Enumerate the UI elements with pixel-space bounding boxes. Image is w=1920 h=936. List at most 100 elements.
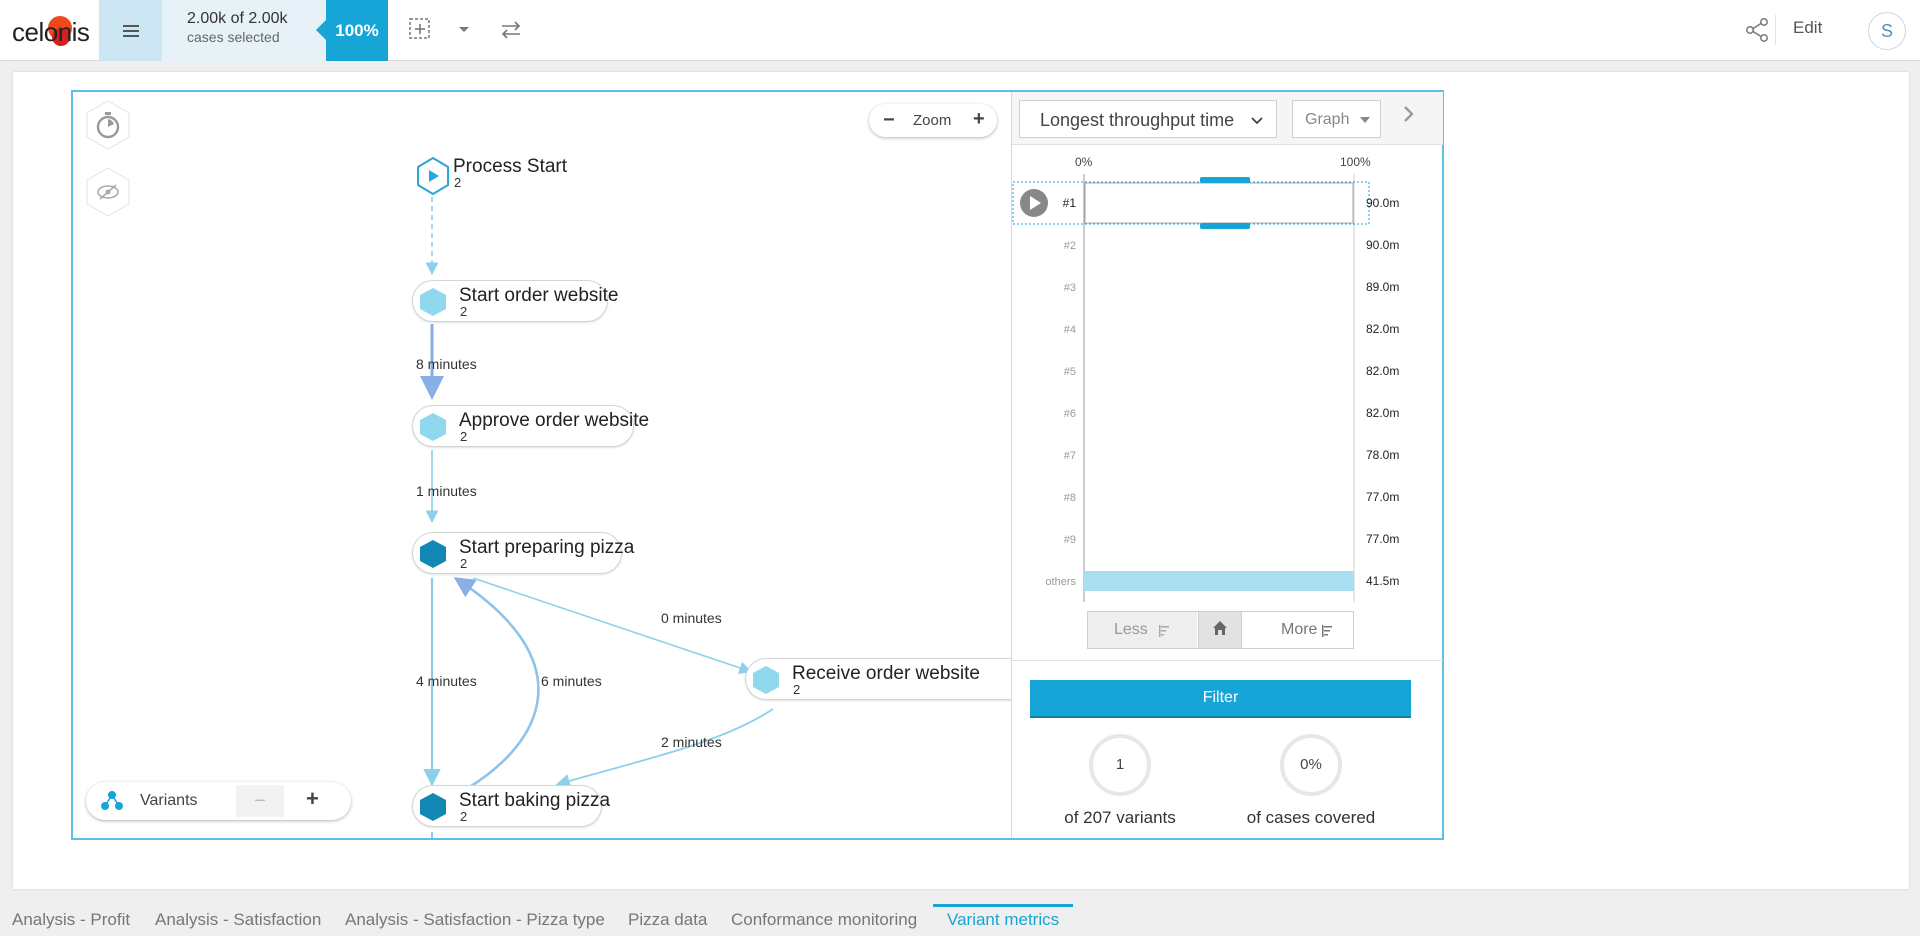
activity-hex-icon: [420, 540, 446, 568]
variants-increase-button[interactable]: +: [306, 786, 319, 812]
variant-panel: Longest throughput time Graph 0% 100% #1…: [1011, 92, 1443, 838]
variant-duration-label: 77.0m: [1366, 490, 1399, 504]
sheet-tab[interactable]: Conformance monitoring: [731, 910, 917, 930]
node-count: 2: [793, 682, 801, 697]
activity-node[interactable]: Receive order website 2: [745, 658, 1015, 700]
variants-caption: of 207 variants: [1064, 808, 1176, 827]
node-name: Start preparing pizza: [459, 537, 635, 558]
more-variants-button[interactable]: More: [1243, 612, 1353, 648]
cases-count: 2.00k of 2.00k: [187, 10, 288, 27]
zoom-out-button[interactable]: −: [883, 109, 895, 132]
view-dropdown[interactable]: Graph: [1292, 100, 1381, 138]
more-label: More: [1281, 621, 1318, 638]
panel-divider: [1012, 660, 1443, 661]
avatar[interactable]: S: [1868, 12, 1906, 50]
cases-label: cases selected: [187, 29, 280, 45]
analysis-sheet: − Zoom + Process Start 2 Start order web…: [13, 72, 1909, 889]
sheet-tab[interactable]: Variant metrics: [947, 910, 1059, 930]
edge-label: 2 minutes: [661, 734, 722, 750]
sort-dropdown-value: Longest throughput time: [1040, 110, 1235, 130]
variant-bar-chart[interactable]: #1 90.0m #2 90.0m #3 89.0m #4 82.0m #5 82.0m #6 82.…: [1012, 174, 1443, 604]
activity-node[interactable]: Start order website 2: [412, 280, 618, 322]
cases-percentage-badge: 100%: [316, 0, 388, 61]
zoom-in-button[interactable]: +: [973, 108, 985, 131]
active-tab-indicator: [933, 904, 1073, 907]
variants-control: Variants − +: [86, 782, 351, 820]
node-name: Start baking pizza: [459, 790, 611, 811]
logo-text: celonis: [12, 17, 90, 47]
variant-rank-label: #3: [1064, 282, 1076, 294]
home-icon[interactable]: [1198, 612, 1242, 648]
less-label: Less: [1114, 621, 1148, 638]
selection-add-icon[interactable]: [405, 14, 437, 46]
node-name: Approve order website: [459, 410, 650, 431]
zoom-control: − Zoom +: [869, 104, 997, 137]
edge-label: 0 minutes: [661, 610, 722, 626]
sheet-tab[interactable]: Analysis - Profit: [12, 910, 130, 930]
variants-icon: [101, 791, 123, 810]
axis-max-label: 100%: [1340, 155, 1371, 169]
filter-button[interactable]: Filter: [1030, 680, 1411, 718]
sort-dropdown[interactable]: Longest throughput time: [1019, 100, 1277, 138]
activity-node[interactable]: Approve order website 2: [412, 405, 649, 447]
axis-min-label: 0%: [1075, 155, 1093, 169]
variant-rank-label: #7: [1064, 450, 1076, 462]
chevron-right-icon[interactable]: [1402, 104, 1416, 130]
panel-header: Longest throughput time Graph: [1012, 92, 1443, 145]
process-start-node[interactable]: Process Start 2: [416, 154, 646, 198]
variant-rank-label: #9: [1064, 534, 1076, 546]
variant-duration-label: 90.0m: [1366, 196, 1399, 210]
sheet-tab[interactable]: Analysis - Satisfaction: [155, 910, 321, 930]
sheet-tab[interactable]: Pizza data: [628, 910, 707, 930]
hide-eye-icon[interactable]: [83, 167, 133, 217]
throughput-time-icon[interactable]: [83, 100, 133, 150]
node-count: 2: [460, 809, 468, 824]
node-name: Receive order website: [792, 663, 980, 684]
swap-arrows-icon[interactable]: [495, 14, 527, 46]
variant-rank-label: #2: [1064, 240, 1076, 252]
variant-rank-label: #5: [1064, 366, 1076, 378]
activity-hex-icon: [420, 288, 446, 316]
node-name: Process Start: [453, 156, 568, 177]
activity-node[interactable]: Start baking pizza 2: [412, 785, 610, 827]
sort-bars-icon: [1322, 625, 1332, 637]
celonis-logo[interactable]: celonis: [12, 14, 96, 47]
activity-hex-icon: [420, 793, 446, 821]
selected-variant-box: [1084, 182, 1354, 224]
variant-duration-label: 78.0m: [1366, 448, 1399, 462]
variant-duration-label: 77.0m: [1366, 532, 1399, 546]
play-icon: [417, 157, 449, 195]
variant-duration-label: 82.0m: [1366, 406, 1399, 420]
sort-bars-icon: [1159, 625, 1169, 637]
activity-node[interactable]: Start preparing pizza 2: [412, 532, 634, 574]
sheet-tab[interactable]: Analysis - Satisfaction - Pizza type: [345, 910, 605, 930]
cases-selection[interactable]: 2.00k of 2.00k cases selected: [162, 0, 327, 61]
less-variants-button[interactable]: Less: [1088, 612, 1197, 648]
toolbar-divider: [1775, 15, 1776, 45]
node-count: 2: [454, 175, 462, 190]
variant-explorer: − Zoom + Process Start 2 Start order web…: [71, 90, 1444, 840]
process-graph-canvas[interactable]: − Zoom + Process Start 2 Start order web…: [73, 92, 1015, 838]
cases-covered-circle: 0%: [1280, 734, 1342, 796]
chevron-down-icon[interactable]: [448, 14, 480, 46]
variants-label: Variants: [140, 792, 198, 809]
hamburger-menu-icon[interactable]: [99, 0, 162, 61]
caret-down-icon: [1360, 117, 1370, 123]
variant-duration-label: 90.0m: [1366, 238, 1399, 252]
variant-rank-label: #6: [1064, 408, 1076, 420]
activity-hex-icon: [420, 413, 446, 441]
edge-label: 1 minutes: [416, 483, 477, 499]
variant-bar[interactable]: [1084, 571, 1354, 591]
edit-button[interactable]: Edit: [1793, 18, 1822, 38]
selection-handle-bottom[interactable]: [1200, 223, 1250, 229]
variant-rank-label: #1: [1063, 196, 1077, 210]
variant-rank-label: #4: [1064, 324, 1076, 336]
node-name: Start order website: [459, 285, 619, 306]
variants-decrease-button[interactable]: −: [236, 785, 284, 817]
chevron-down-icon: [1251, 117, 1263, 125]
share-icon[interactable]: [1741, 14, 1773, 46]
selection-handle-top[interactable]: [1200, 177, 1250, 183]
variant-duration-label: 82.0m: [1366, 322, 1399, 336]
view-dropdown-value: Graph: [1305, 111, 1350, 128]
edge-label: 4 minutes: [416, 673, 477, 689]
